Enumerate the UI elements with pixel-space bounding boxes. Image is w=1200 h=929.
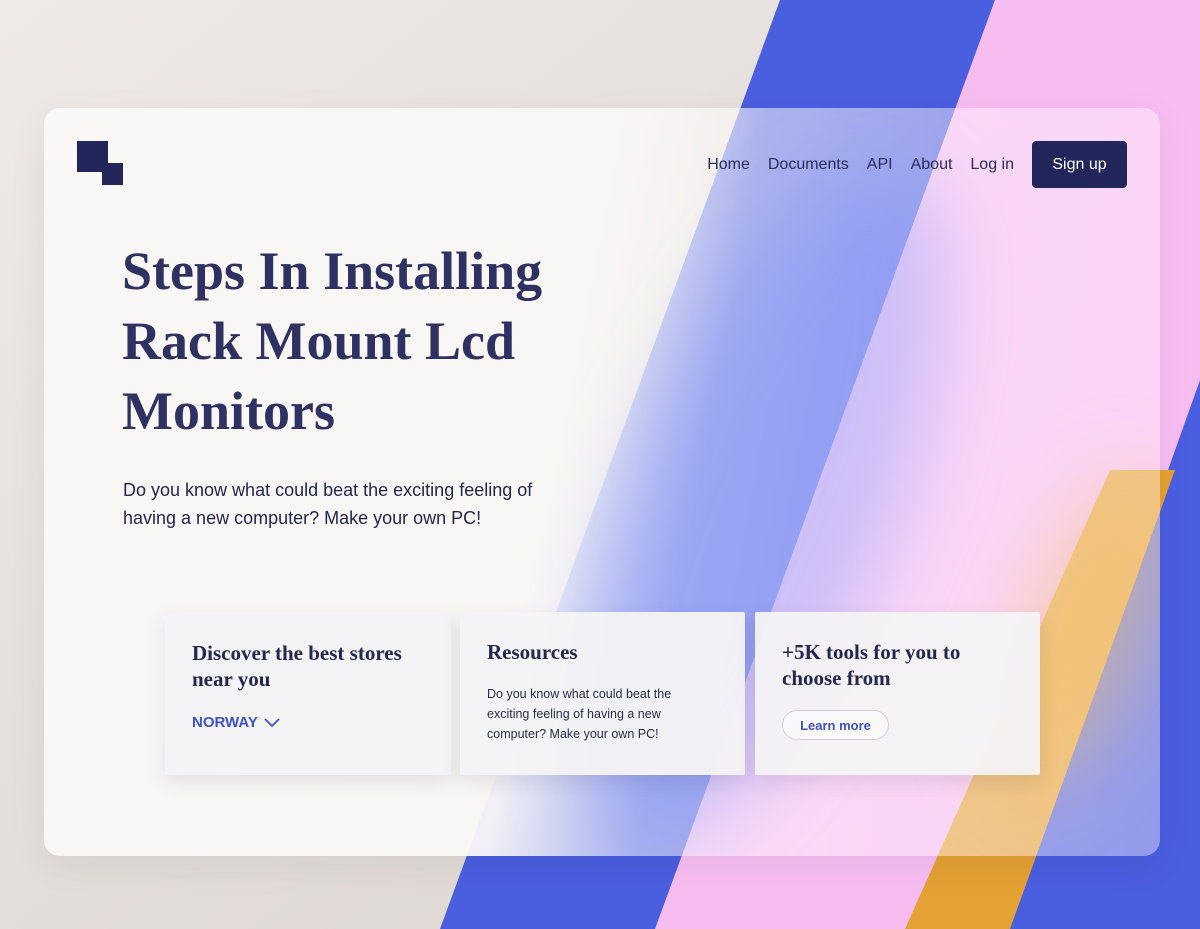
- learn-more-button[interactable]: Learn more: [782, 710, 889, 740]
- tools-card: +5K tools for you to choose from Learn m…: [755, 612, 1040, 775]
- hero-description: Do you know what could beat the exciting…: [123, 480, 533, 528]
- resources-card: Resources Do you know what could beat th…: [460, 612, 745, 775]
- nav-api[interactable]: API: [867, 156, 893, 174]
- nav-home[interactable]: Home: [707, 156, 750, 174]
- country-label: NORWAY: [192, 714, 258, 731]
- stores-card: Discover the best stores near you NORWAY: [165, 612, 451, 775]
- stores-card-title: Discover the best stores near you: [192, 641, 402, 691]
- nav-login[interactable]: Log in: [970, 156, 1014, 174]
- signup-button[interactable]: Sign up: [1032, 141, 1127, 188]
- resources-card-text: Do you know what could beat the exciting…: [487, 687, 672, 741]
- resources-card-title: Resources: [487, 640, 578, 664]
- chevron-down-icon: [264, 717, 280, 728]
- country-selector[interactable]: NORWAY: [192, 714, 280, 731]
- tools-card-title: +5K tools for you to choose from: [782, 640, 961, 690]
- nav-about[interactable]: About: [911, 156, 953, 174]
- top-nav: Home Documents API About Log in Sign up: [707, 141, 1127, 188]
- logo[interactable]: [77, 141, 123, 185]
- nav-documents[interactable]: Documents: [768, 156, 849, 174]
- hero-title: Steps In Installing Rack Mount Lcd Monit…: [122, 241, 543, 441]
